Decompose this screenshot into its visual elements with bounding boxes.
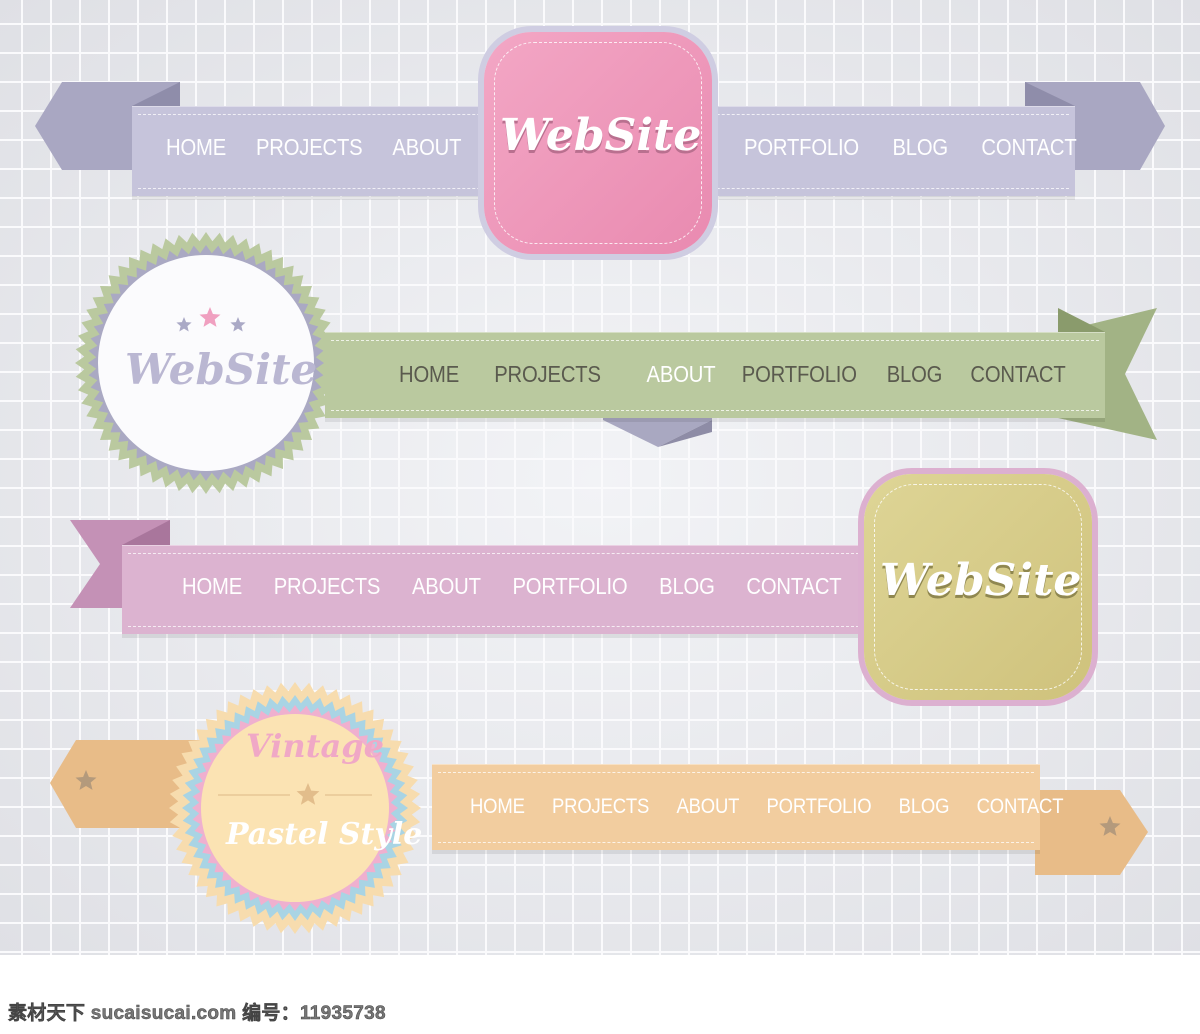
- nav-item-portfolio[interactable]: PORTFOLIO: [512, 573, 627, 600]
- nav-menu-1-left: HOME PROJECTS ABOUT: [166, 134, 461, 161]
- nav-item-projects[interactable]: PROJECTS: [256, 134, 363, 161]
- nav-item-portfolio[interactable]: PORTFOLIO: [767, 795, 872, 819]
- nav-item-contact[interactable]: CONTACT: [970, 361, 1065, 388]
- nav-item-about[interactable]: ABOUT: [412, 573, 481, 600]
- nav-item-contact[interactable]: CONTACT: [746, 573, 841, 600]
- nav-menu-3: HOME PROJECTS ABOUT PORTFOLIO BLOG CONTA…: [182, 573, 842, 600]
- nav-item-projects[interactable]: PROJECTS: [494, 361, 601, 388]
- nav-item-blog[interactable]: BLOG: [899, 795, 950, 819]
- nav-menu-4: HOME PROJECTS ABOUT PORTFOLIO BLOG CONTA…: [470, 795, 1064, 819]
- nav-item-contact[interactable]: CONTACT: [981, 134, 1076, 161]
- nav-item-blog[interactable]: BLOG: [887, 361, 943, 388]
- nav-item-contact[interactable]: CONTACT: [977, 795, 1064, 819]
- logo-text-2: WebSite: [125, 345, 318, 394]
- nav-item-about[interactable]: ABOUT: [676, 795, 739, 819]
- nav-item-home[interactable]: HOME: [399, 361, 459, 388]
- nav-item-projects[interactable]: PROJECTS: [552, 795, 649, 819]
- nav-item-about-active[interactable]: ABOUT: [647, 361, 716, 388]
- nav-item-about[interactable]: ABOUT: [392, 134, 461, 161]
- nav-item-portfolio[interactable]: PORTFOLIO: [742, 361, 857, 388]
- nav-item-home[interactable]: HOME: [166, 134, 226, 161]
- nav-item-home[interactable]: HOME: [182, 573, 242, 600]
- nav-item-projects[interactable]: PROJECTS: [274, 573, 381, 600]
- nav-item-home[interactable]: HOME: [470, 795, 525, 819]
- nav-menu-2: HOME PROJECTS ABOUT PORTFOLIO BLOG CONTA…: [399, 361, 1066, 388]
- nav-item-blog[interactable]: BLOG: [892, 134, 948, 161]
- badge-subtitle: Pastel Style: [226, 817, 423, 852]
- nav-item-blog[interactable]: BLOG: [659, 573, 715, 600]
- nav-item-portfolio[interactable]: PORTFOLIO: [744, 134, 859, 161]
- logo-text-3: WebSite: [880, 555, 1082, 606]
- nav-menu-1-right: PORTFOLIO BLOG CONTACT: [744, 134, 1077, 161]
- logo-text-1: WebSite: [500, 110, 702, 161]
- watermark: 素材天下 sucaisucai.com 编号：11935738: [8, 1003, 386, 1025]
- ribbon-fold: [1058, 308, 1105, 332]
- badge-title: Vintage: [246, 727, 384, 765]
